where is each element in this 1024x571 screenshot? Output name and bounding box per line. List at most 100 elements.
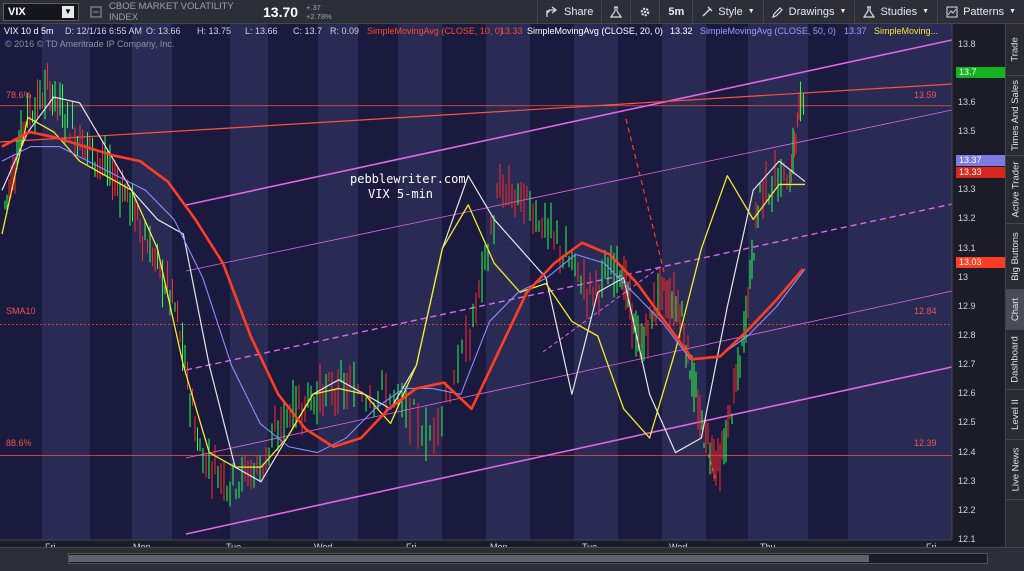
chart-title: VIX 10 d 5m [4, 26, 54, 36]
session-band [172, 24, 230, 540]
bar-date: D: 12/1/16 6:55 AM [65, 26, 143, 36]
horizontal-scrollbar[interactable] [68, 553, 988, 564]
annotation-title: VIX 5-min [368, 187, 434, 201]
tab-dashboard[interactable]: Dashboard [1006, 330, 1024, 390]
session-band [90, 24, 132, 540]
palette-icon [702, 6, 713, 16]
studies-button[interactable]: Studies ▼ [855, 0, 937, 24]
style-button[interactable]: Style ▼ [693, 0, 762, 24]
fib-786-value: 13.59 [914, 90, 937, 100]
bar-range: R: 0.09 [330, 26, 360, 36]
y-tick-label: 12.7 [958, 359, 976, 370]
bar-low: L: 13.66 [245, 26, 278, 36]
last-price-tag: 13.7 [956, 67, 1005, 78]
pencil-icon [771, 6, 783, 18]
session-band [486, 24, 530, 540]
legend-sma20: SimpleMovingAvg (CLOSE, 20, 0) [527, 26, 663, 36]
bar-high: H: 13.75 [197, 26, 232, 36]
timeframe-button[interactable]: 5m [660, 0, 692, 24]
patterns-button[interactable]: Patterns ▼ [938, 0, 1024, 24]
studies-label: Studies [880, 5, 918, 18]
y-tick-label: 13.2 [958, 213, 976, 224]
chevron-down-icon[interactable]: ▼ [62, 5, 74, 18]
flask-icon [610, 5, 623, 18]
y-tick-label: 13.5 [958, 126, 976, 136]
price-chart[interactable]: VIX 10 d 5m D: 12/1/16 6:55 AM O: 13.66 … [0, 24, 1005, 552]
fib-886-value: 12.39 [914, 438, 937, 448]
tab-big-buttons[interactable]: Big Buttons [1006, 224, 1024, 290]
link-icon[interactable] [87, 3, 105, 21]
session-band [808, 24, 848, 540]
y-tick-label: 13 [958, 271, 969, 282]
y-tick-label: 12.8 [958, 330, 976, 340]
fib-886-label: 88.6% [6, 438, 32, 448]
share-icon [546, 5, 558, 17]
y-tick-label: 12.6 [958, 388, 976, 399]
sma10-level-label: SMA10 [6, 306, 36, 316]
share-label: Share [563, 5, 594, 18]
sma10-price-tag: 13.33 [956, 167, 1005, 178]
tab-live-news[interactable]: Live News [1006, 440, 1024, 500]
bar-close: C: 13.7 [293, 26, 323, 36]
sma50-price-tag: 13.37 [956, 155, 1005, 166]
y-tick-label: 13.3 [958, 184, 976, 195]
annotation-site: pebblewriter.com [350, 172, 466, 186]
legend-sma10-value: 13.33 [500, 26, 523, 36]
symbol-text: VIX [8, 5, 26, 18]
gear-icon [641, 7, 650, 16]
y-tick-label: 12.3 [958, 475, 976, 486]
change-value: +.37 [306, 2, 321, 12]
chevron-down-icon: ▼ [1009, 8, 1016, 15]
session-band [230, 24, 268, 540]
y-tick-label: 13.1 [958, 242, 976, 253]
legend-sma50-value: 13.37 [844, 26, 867, 36]
session-band [132, 24, 172, 540]
settings-button[interactable] [631, 0, 659, 24]
fib-786-label: 78.6% [6, 90, 32, 100]
tab-times-and-sales[interactable]: Times And Sales [1006, 76, 1024, 156]
symbol-selector[interactable]: VIX ▼ [3, 2, 79, 21]
drawings-button[interactable]: Drawings ▼ [764, 0, 855, 24]
patterns-label: Patterns [963, 5, 1005, 18]
patterns-icon [946, 6, 958, 17]
flask-button[interactable] [602, 0, 630, 24]
y-tick-label: 12.5 [958, 417, 976, 428]
y-tick-label: 13.6 [958, 96, 976, 107]
legend-sma-more: SimpleMoving... [874, 26, 939, 36]
y-tick-label: 12.9 [958, 300, 976, 311]
legend-sma10: SimpleMovingAvg (CLOSE, 10, 0) [367, 26, 503, 36]
tab-level-ii[interactable]: Level II [1006, 390, 1024, 440]
tab-active-trader[interactable]: Active Trader [1006, 156, 1024, 224]
share-button[interactable]: Share [538, 0, 601, 24]
tab-trade[interactable]: Trade [1006, 24, 1024, 76]
chevron-down-icon: ▼ [747, 8, 755, 15]
chart-toolbar: VIX ▼ CBOE MARKET VOLATILITY INDEX 13.70… [0, 0, 1024, 24]
y-tick-label: 13.8 [958, 38, 976, 49]
session-band [358, 24, 398, 540]
drawings-label: Drawings [788, 5, 835, 18]
scrollbar-thumb[interactable] [69, 555, 869, 562]
change-percent: +2.78% [306, 11, 332, 21]
y-tick-label: 12.4 [958, 446, 976, 457]
session-band [42, 24, 90, 540]
legend-sma50: SimpleMovingAvg (CLOSE, 50, 0) [700, 26, 836, 36]
style-label: Style [718, 5, 743, 18]
chart-canvas[interactable] [0, 24, 1005, 547]
legend-sma20-value: 13.32 [670, 26, 693, 36]
symbol-description: CBOE MARKET VOLATILITY INDEX [109, 0, 234, 23]
time-scroll-bar [0, 547, 1024, 571]
chevron-down-icon: ▼ [922, 8, 930, 15]
chevron-down-icon: ▼ [839, 8, 847, 15]
timeframe-label: 5m [668, 5, 685, 18]
session-band [848, 24, 952, 540]
sma10-level-value: 12.84 [914, 306, 937, 316]
copyright: © 2016 © TD Ameritrade IP Company, Inc. [5, 39, 175, 49]
y-tick-label: 12.2 [958, 504, 976, 515]
side-tab-strip: Trade Times And Sales Active Trader Big … [1005, 24, 1024, 547]
price-change: +.37 +2.78% [306, 3, 332, 21]
tab-chart[interactable]: Chart [1006, 290, 1024, 330]
red-line-price-tag: 13.03 [956, 257, 1005, 268]
session-band [268, 24, 318, 540]
bar-open: O: 13.66 [146, 26, 181, 36]
flask-icon [863, 5, 876, 18]
